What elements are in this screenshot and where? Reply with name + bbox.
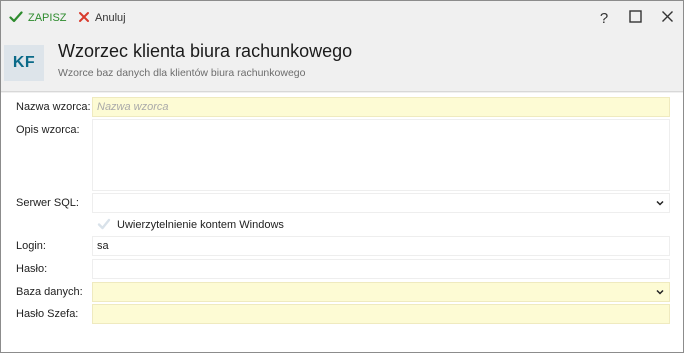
database-label: Baza danych: (16, 286, 83, 298)
password-label: Hasło: (16, 263, 48, 275)
sql-server-select[interactable] (92, 193, 670, 213)
maximize-button[interactable] (626, 9, 644, 27)
name-label: Nazwa wzorca: (16, 101, 91, 113)
chief-password-label: Hasło Szefa: (16, 308, 79, 320)
checkbox-icon (97, 217, 111, 234)
window: ZAPISZ Anuluj ? KF Wzorzec klienta biura… (0, 0, 684, 353)
question-icon: ? (599, 9, 609, 27)
form: Nazwa wzorca: Nazwa wzorca Opis wzorca: … (1, 93, 683, 352)
close-button[interactable] (658, 9, 676, 27)
help-button[interactable]: ? (595, 9, 613, 27)
database-select[interactable] (92, 282, 670, 302)
description-field[interactable] (92, 119, 670, 191)
windows-auth-checkbox[interactable]: Uwierzytelnienie kontem Windows (97, 217, 284, 233)
page-header: KF Wzorzec klienta biura rachunkowego Wz… (1, 35, 683, 92)
windows-auth-label: Uwierzytelnienie kontem Windows (117, 219, 284, 231)
chevron-down-icon (655, 198, 665, 208)
page-title: Wzorzec klienta biura rachunkowego (58, 41, 353, 61)
name-field[interactable]: Nazwa wzorca (92, 97, 670, 117)
page-subtitle: Wzorce baz danych dla klientów biura rac… (58, 67, 306, 79)
toolbar: ZAPISZ Anuluj ? (1, 1, 683, 35)
save-button[interactable]: ZAPISZ (9, 10, 67, 26)
login-label: Login: (16, 240, 46, 252)
save-button-label: ZAPISZ (28, 12, 67, 24)
x-icon (78, 11, 90, 26)
description-label: Opis wzorca: (16, 124, 80, 136)
maximize-icon (628, 10, 642, 26)
check-icon (9, 10, 23, 26)
sql-server-label: Serwer SQL: (16, 197, 79, 209)
name-placeholder: Nazwa wzorca (97, 101, 169, 113)
module-badge: KF (4, 45, 44, 81)
password-field[interactable] (92, 259, 670, 279)
cancel-button[interactable]: Anuluj (78, 10, 126, 26)
chief-password-field[interactable] (92, 304, 670, 324)
login-value: sa (97, 240, 109, 252)
cancel-button-label: Anuluj (95, 12, 126, 24)
chevron-down-icon (655, 287, 665, 297)
close-icon (661, 10, 674, 26)
login-field[interactable]: sa (92, 236, 670, 256)
